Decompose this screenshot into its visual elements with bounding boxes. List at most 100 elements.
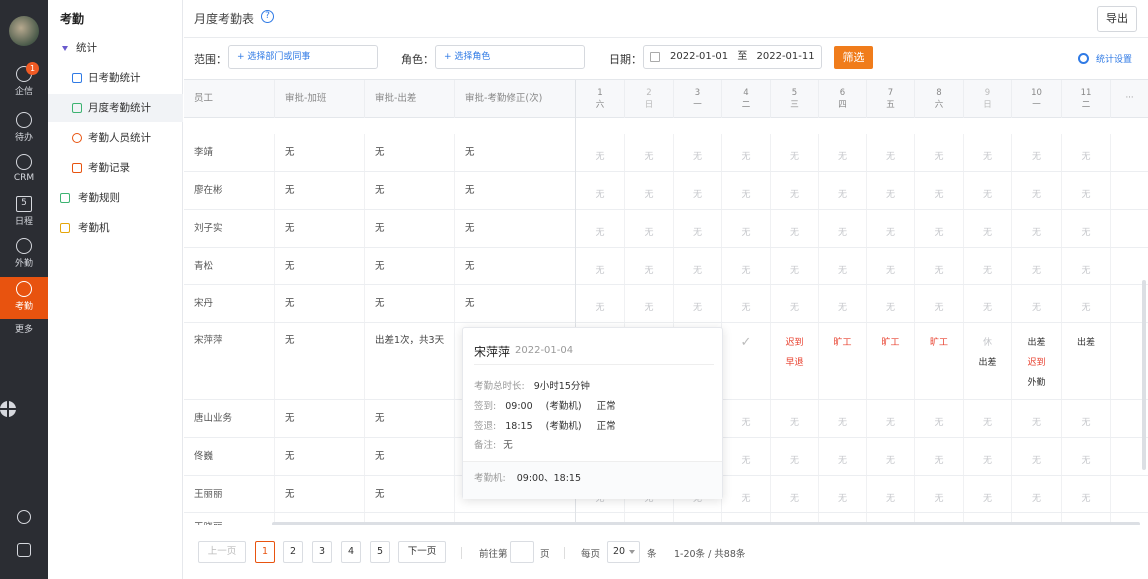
rail-item-attendance[interactable]: 考勤 [0,277,48,319]
day-cell[interactable]: 无 [722,438,771,475]
day-cell[interactable]: 无 [867,476,915,512]
date-range-input[interactable]: 2022-01-01 至 2022-01-11 [643,45,822,69]
scope-picker[interactable]: + 选择部门或同事 [228,45,378,69]
day-cell[interactable]: 出差 迟到 外勤 [1012,323,1062,399]
day-cell[interactable]: 无 [771,476,819,512]
day-cell[interactable]: 无 [625,248,674,284]
stats-settings-link[interactable]: 统计设置 [1096,52,1132,65]
filter-button[interactable]: 筛选 [834,46,873,69]
next-page-button[interactable]: 下一页 [398,541,446,563]
page-size-select[interactable]: 20 [607,541,640,563]
day-cell[interactable]: 无 [674,248,722,284]
page-button-5[interactable]: 5 [370,541,390,563]
day-cell[interactable]: 无 [867,248,915,284]
day-cell[interactable]: 无 [867,210,915,247]
day-cell[interactable]: 无 [625,134,674,171]
rail-item-schedule[interactable]: 5 日程 [0,196,48,238]
day-cell[interactable]: 无 [1012,400,1062,437]
day-cell[interactable]: 无 [771,134,819,171]
goto-page-input[interactable] [510,541,534,563]
day-cell[interactable]: 无 [771,438,819,475]
prev-page-button[interactable]: 上一页 [198,541,246,563]
day-cell[interactable]: 无 [1012,210,1062,247]
rail-item-field[interactable]: 外勤 [0,238,48,280]
day-cell[interactable]: 无 [1062,438,1111,475]
table-row[interactable]: 刘子实无无无无无无无无无无无无无无 [184,210,1148,248]
day-cell[interactable]: 无 [674,285,722,322]
horizontal-scrollbar[interactable] [272,522,1140,525]
sidebar-item-monthly-stats[interactable]: 月度考勤统计 [48,94,183,122]
day-cell[interactable]: 无 [819,172,867,209]
sidebar-item-people-stats[interactable]: 考勤人员统计 [48,124,183,152]
day-cell[interactable]: 无 [915,438,964,475]
rail-item-qixin[interactable]: 1 企信 [0,62,48,108]
day-cell[interactable]: 无 [625,210,674,247]
day-cell[interactable]: 迟到 早退 [771,323,819,399]
sidebar-group-stats[interactable]: 统计 [48,34,183,62]
day-cell[interactable]: 无 [1012,172,1062,209]
day-cell[interactable]: 无 [915,248,964,284]
day-cell[interactable]: 无 [771,210,819,247]
day-cell[interactable]: 旷工 [819,323,867,399]
day-cell[interactable]: 无 [964,248,1012,284]
day-cell[interactable]: 无 [819,285,867,322]
rail-item-crm[interactable]: CRM [0,154,48,196]
day-cell[interactable]: 无 [625,172,674,209]
page-button-3[interactable]: 3 [312,541,332,563]
page-button-2[interactable]: 2 [283,541,303,563]
day-cell[interactable]: 无 [915,400,964,437]
day-cell[interactable]: 无 [915,285,964,322]
day-cell[interactable]: 无 [819,400,867,437]
day-cell[interactable]: 无 [1062,134,1111,171]
day-cell[interactable]: 无 [674,210,722,247]
page-button-1[interactable]: 1 [255,541,275,563]
day-cell[interactable]: 无 [771,285,819,322]
day-cell[interactable]: 无 [867,285,915,322]
day-cell[interactable]: 无 [722,134,771,171]
sidebar-item-daily-stats[interactable]: 日考勤统计 [48,64,183,92]
table-row[interactable]: 廖在彬无无无无无无无无无无无无无无 [184,172,1148,210]
day-cell[interactable]: 无 [867,400,915,437]
day-cell[interactable]: 无 [964,210,1012,247]
role-picker[interactable]: + 选择角色 [435,45,585,69]
table-row[interactable]: 青松无无无无无无无无无无无无无无 [184,248,1148,285]
day-cell[interactable]: 无 [771,400,819,437]
rail-item-todo[interactable]: 待办 [0,112,48,154]
day-cell[interactable]: 无 [576,210,625,247]
day-cell[interactable]: 无 [722,210,771,247]
day-cell[interactable]: 无 [867,438,915,475]
table-row[interactable]: 宋丹无无无无无无无无无无无无无无 [184,285,1148,323]
day-cell[interactable]: 无 [1062,210,1111,247]
user-list-icon[interactable] [17,543,31,557]
day-cell[interactable]: 无 [1012,285,1062,322]
day-cell[interactable]: 无 [576,285,625,322]
vertical-scrollbar[interactable] [1142,280,1146,470]
day-cell[interactable]: 无 [1062,476,1111,512]
day-cell[interactable]: 无 [722,172,771,209]
day-cell[interactable]: 无 [819,476,867,512]
day-cell[interactable]: 无 [1012,438,1062,475]
day-cell[interactable]: 无 [964,134,1012,171]
more-columns-icon[interactable]: ··· [1111,80,1148,118]
day-cell[interactable]: 无 [1062,400,1111,437]
rail-item-more[interactable]: 更多 [0,322,48,417]
day-cell[interactable]: 无 [625,285,674,322]
day-cell[interactable]: 无 [674,172,722,209]
day-cell[interactable]: 无 [771,248,819,284]
day-cell[interactable]: 无 [964,400,1012,437]
day-cell[interactable]: 旷工 [915,323,964,399]
day-cell[interactable]: 无 [674,134,722,171]
day-cell[interactable]: 无 [771,172,819,209]
day-cell[interactable]: 出差 [1062,323,1111,399]
day-cell[interactable]: 无 [819,438,867,475]
day-cell[interactable]: 无 [819,210,867,247]
day-cell[interactable]: 无 [964,172,1012,209]
day-cell[interactable]: 无 [722,400,771,437]
table-row[interactable]: 李靖无无无无无无无无无无无无无无 [184,134,1148,172]
day-cell[interactable]: 无 [576,134,625,171]
page-button-4[interactable]: 4 [341,541,361,563]
sidebar-item-machine[interactable]: 考勤机 [48,214,183,242]
day-cell[interactable]: 无 [722,476,771,512]
day-cell[interactable]: 无 [819,248,867,284]
day-cell[interactable]: 旷工 [867,323,915,399]
